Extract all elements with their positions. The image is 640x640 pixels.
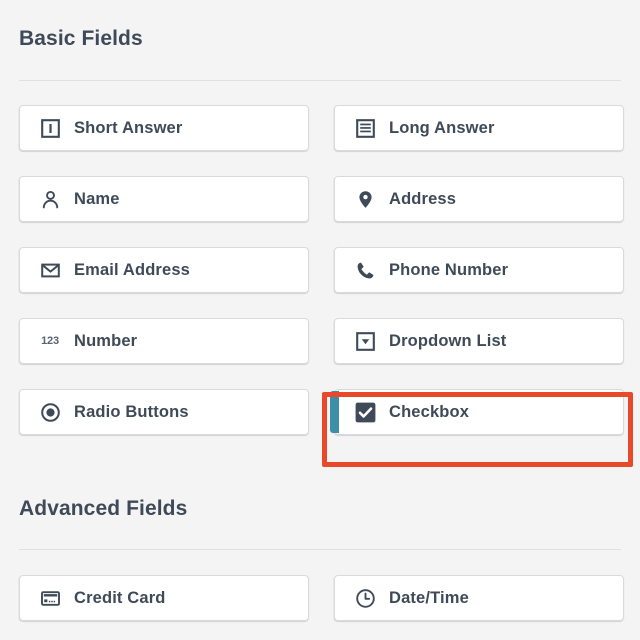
field-label: Checkbox: [389, 402, 470, 421]
field-label: Number: [74, 331, 138, 350]
checkbox-checked-icon: [354, 401, 376, 423]
basic-fields-grid: Short Answer Long Answer Name Address Em…: [19, 105, 624, 435]
field-label: Address: [389, 189, 457, 208]
field-button-credit-card[interactable]: Credit Card: [19, 575, 309, 621]
basic-fields-heading: Basic Fields: [19, 27, 143, 50]
paragraph-icon: [354, 117, 376, 139]
envelope-icon: [39, 259, 61, 281]
field-label: Phone Number: [389, 260, 509, 279]
field-label: Date/Time: [389, 588, 469, 607]
advanced-fields-divider: [19, 549, 621, 550]
field-button-dropdown-list[interactable]: Dropdown List: [334, 318, 624, 364]
dropdown-caret-icon: [354, 330, 376, 352]
field-label: Radio Buttons: [74, 402, 189, 421]
text-field-icon: [39, 117, 61, 139]
advanced-fields-heading: Advanced Fields: [19, 497, 188, 520]
field-button-date-time[interactable]: Date/Time: [334, 575, 624, 621]
field-button-short-answer[interactable]: Short Answer: [19, 105, 309, 151]
radio-button-icon: [39, 401, 61, 423]
advanced-fields-grid: Credit Card Date/Time: [19, 575, 624, 621]
field-button-address[interactable]: Address: [334, 176, 624, 222]
field-button-checkbox[interactable]: Checkbox: [330, 389, 624, 435]
phone-icon: [354, 259, 376, 281]
field-button-radio-buttons[interactable]: Radio Buttons: [19, 389, 309, 435]
number-123-icon: 123: [39, 330, 61, 352]
credit-card-icon: [39, 587, 61, 609]
person-icon: [39, 188, 61, 210]
field-button-name[interactable]: Name: [19, 176, 309, 222]
field-button-email-address[interactable]: Email Address: [19, 247, 309, 293]
number-123-glyph: 123: [41, 334, 59, 347]
selected-accent-bar: [330, 391, 339, 433]
field-label: Name: [74, 189, 120, 208]
field-label: Email Address: [74, 260, 190, 279]
field-palette-panel: Basic Fields Short Answer Long Answer Na…: [0, 0, 640, 640]
basic-fields-divider: [19, 80, 621, 81]
field-label: Dropdown List: [389, 331, 507, 350]
field-button-number[interactable]: 123 Number: [19, 318, 309, 364]
field-button-phone-number[interactable]: Phone Number: [334, 247, 624, 293]
field-button-long-answer[interactable]: Long Answer: [334, 105, 624, 151]
field-label: Long Answer: [389, 118, 495, 137]
clock-icon: [354, 587, 376, 609]
field-label: Short Answer: [74, 118, 183, 137]
field-label: Credit Card: [74, 588, 166, 607]
map-pin-icon: [354, 188, 376, 210]
